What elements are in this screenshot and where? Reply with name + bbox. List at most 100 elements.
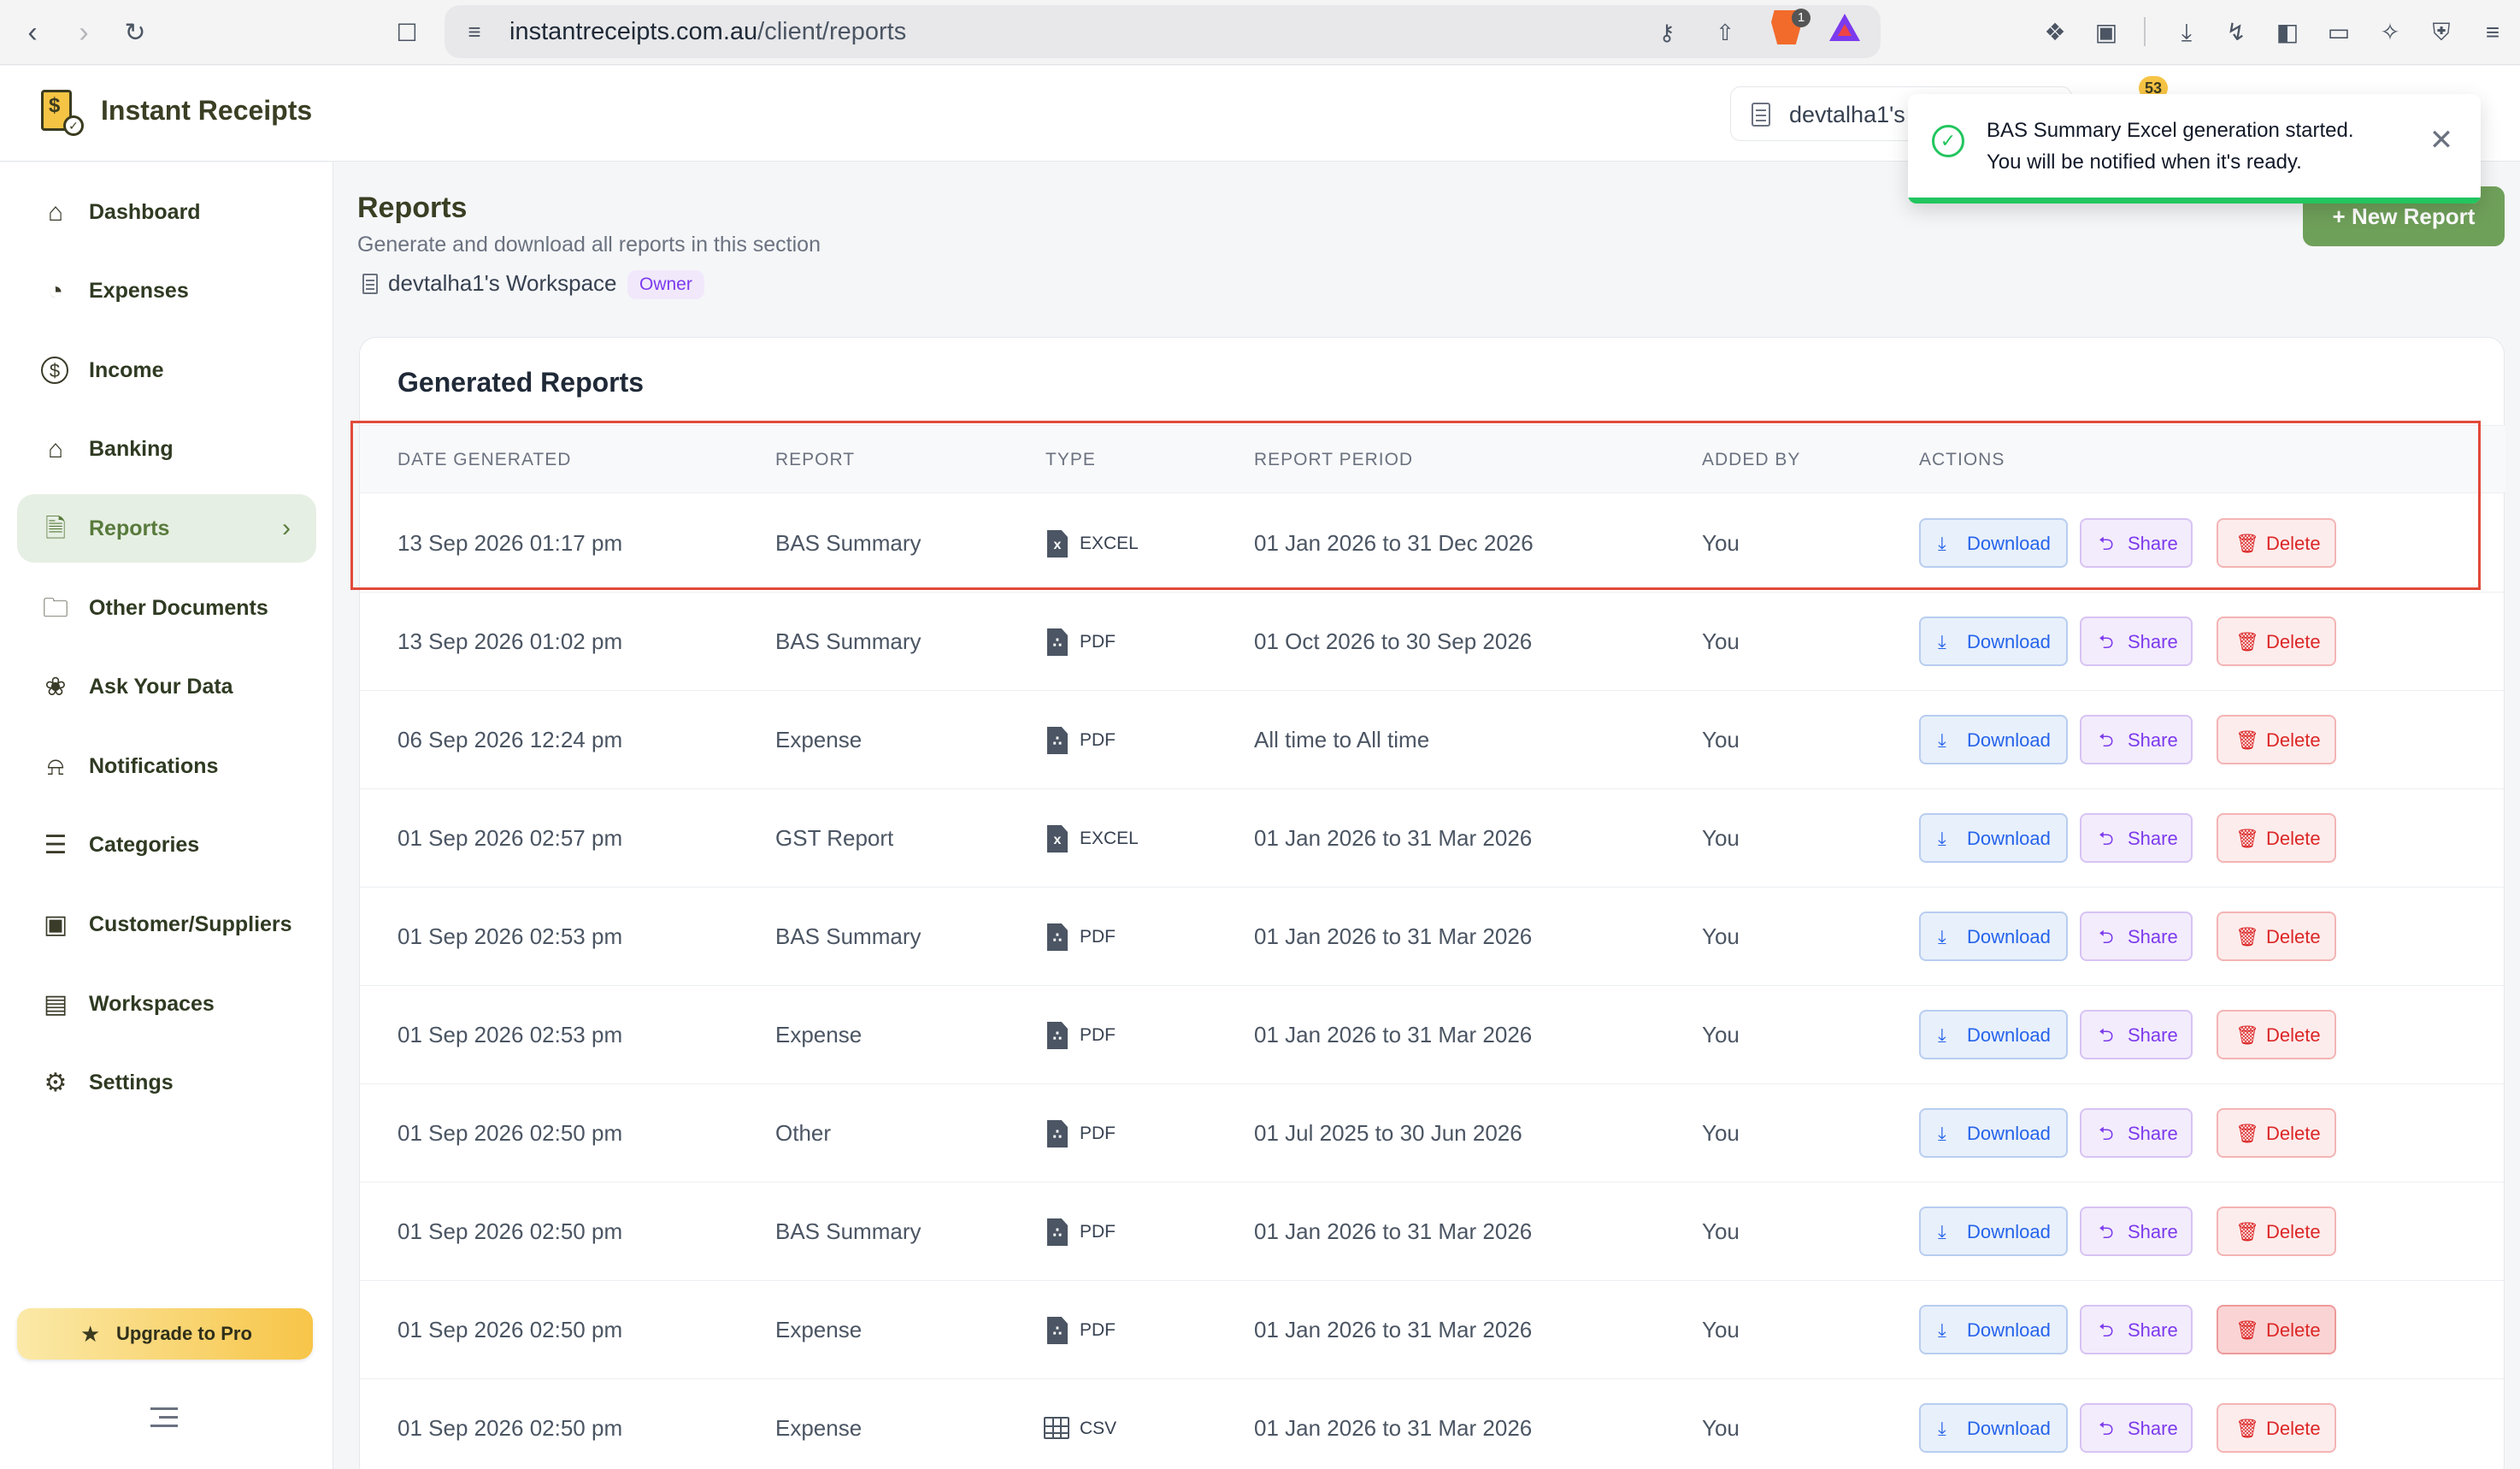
sidebar-toggle-icon[interactable]: ◧: [2270, 15, 2305, 50]
trash-icon: 🗑: [2235, 1418, 2259, 1439]
collapse-sidebar-icon[interactable]: [150, 1406, 178, 1430]
workspace-name: devtalha1's Workspace: [388, 270, 617, 296]
download-label: Download: [1967, 1123, 2051, 1144]
screenshot-icon[interactable]: ▣: [2089, 15, 2123, 50]
address-bar[interactable]: ≡ instantreceipts.com.au/client/reports …: [445, 5, 1881, 58]
cell-added-by: You: [1702, 727, 1740, 752]
role-badge: Owner: [627, 270, 704, 299]
toast-line-1: BAS Summary Excel generation started.: [1987, 119, 2354, 142]
share-button[interactable]: ⮌ Share: [2080, 911, 2193, 961]
cell-period: All time to All time: [1254, 727, 1430, 752]
key-icon[interactable]: ⚷: [1652, 17, 1682, 48]
extensions-icon[interactable]: ❖: [2038, 15, 2072, 50]
share-label: Share: [2128, 926, 2178, 947]
sidebar-item-customer-suppliers[interactable]: ▣ Customer/Suppliers: [17, 890, 316, 959]
upgrade-to-pro-button[interactable]: ★ Upgrade to Pro: [17, 1308, 313, 1360]
wallet-icon[interactable]: ▭: [2322, 15, 2356, 50]
share-page-icon[interactable]: ⇧: [1710, 17, 1740, 48]
share-button[interactable]: ⮌ Share: [2080, 518, 2193, 568]
column-header-period: REPORT PERIOD: [1254, 450, 1414, 469]
sidebar-item-banking[interactable]: ⌂ Banking: [17, 415, 316, 483]
cell-added-by: You: [1702, 825, 1740, 851]
delete-button[interactable]: 🗑 Delete: [2217, 813, 2336, 863]
contacts-icon: ▣: [43, 911, 68, 939]
type-label: PDF: [1080, 1124, 1116, 1143]
sidebar-item-reports[interactable]: 🗎 Reports ›: [17, 494, 316, 563]
download-button[interactable]: ⤓ Download: [1919, 1010, 2068, 1059]
download-button[interactable]: ⤓ Download: [1919, 518, 2068, 568]
sidebar-item-label: Settings: [89, 1071, 174, 1094]
share-button[interactable]: ⮌ Share: [2080, 1206, 2193, 1256]
sidebar-item-expenses[interactable]: ◔ Expenses: [17, 257, 316, 325]
download-icon: ⤓: [1938, 533, 1946, 554]
share-button[interactable]: ⮌ Share: [2080, 1403, 2193, 1453]
speed-icon[interactable]: ↯: [2219, 15, 2253, 50]
delete-button[interactable]: 🗑 Delete: [2217, 1108, 2336, 1158]
delete-button[interactable]: 🗑 Delete: [2217, 715, 2336, 764]
sidebar-item-workspaces[interactable]: ▤ Workspaces: [17, 970, 316, 1038]
delete-button[interactable]: 🗑 Delete: [2217, 1403, 2336, 1453]
cell-period: 01 Jan 2026 to 31 Mar 2026: [1254, 1022, 1533, 1047]
sidebar-item-other-documents[interactable]: 🗀 Other Documents: [17, 574, 316, 642]
download-label: Download: [1967, 1221, 2051, 1242]
leo-ai-icon[interactable]: ✧: [2373, 15, 2407, 50]
download-button[interactable]: ⤓ Download: [1919, 715, 2068, 764]
cell-added-by: You: [1702, 923, 1740, 949]
share-button[interactable]: ⮌ Share: [2080, 1305, 2193, 1354]
vpn-icon[interactable]: ⛨: [2424, 15, 2458, 50]
column-header-added-by: ADDED BY: [1702, 450, 1801, 469]
sidebar-item-income[interactable]: $ Income: [17, 336, 316, 404]
url-host: instantreceipts.com.au: [509, 18, 758, 45]
download-label: Download: [1967, 533, 2051, 554]
sidebar-item-dashboard[interactable]: ⌂ Dashboard: [17, 178, 316, 246]
brave-rewards-icon[interactable]: [1829, 14, 1860, 41]
cell-period: 01 Jan 2026 to 31 Mar 2026: [1254, 1317, 1533, 1342]
back-icon[interactable]: ‹: [12, 12, 53, 53]
download-button[interactable]: ⤓ Download: [1919, 617, 2068, 666]
delete-button[interactable]: 🗑 Delete: [2217, 518, 2336, 568]
share-button[interactable]: ⮌ Share: [2080, 813, 2193, 863]
trash-icon: 🗑: [2235, 1221, 2259, 1242]
delete-button[interactable]: 🗑 Delete: [2217, 911, 2336, 961]
share-button[interactable]: ⮌ Share: [2080, 715, 2193, 764]
share-label: Share: [2128, 828, 2178, 849]
bookmark-icon[interactable]: ☐: [386, 12, 427, 53]
reload-icon[interactable]: ↻: [115, 12, 156, 53]
menu-icon[interactable]: ≡: [2476, 15, 2510, 50]
toolbar-separator: [2144, 17, 2146, 46]
download-button[interactable]: ⤓ Download: [1919, 1305, 2068, 1354]
download-button[interactable]: ⤓ Download: [1919, 1206, 2068, 1256]
delete-button[interactable]: 🗑 Delete: [2217, 1305, 2336, 1354]
cell-added-by: You: [1702, 628, 1740, 654]
sidebar-item-notifications[interactable]: ⍾ Notifications: [17, 732, 316, 800]
toast-line-2: You will be notified when it's ready.: [1987, 150, 2302, 174]
column-header-actions: ACTIONS: [1919, 450, 2005, 469]
download-button[interactable]: ⤓ Download: [1919, 1403, 2068, 1453]
delete-button[interactable]: 🗑 Delete: [2217, 1010, 2336, 1059]
download-icon: ⤓: [1938, 1221, 1946, 1242]
forward-icon[interactable]: ›: [63, 12, 104, 53]
download-label: Download: [1967, 926, 2051, 947]
delete-button[interactable]: 🗑 Delete: [2217, 1206, 2336, 1256]
download-button[interactable]: ⤓ Download: [1919, 813, 2068, 863]
table-row: 01 Sep 2026 02:57 pm GST Report x EXCEL 01 J…: [360, 789, 2505, 888]
pdf-file-icon: ∴: [1047, 1317, 1068, 1344]
cell-report: Expense: [775, 1415, 863, 1441]
download-button[interactable]: ⤓ Download: [1919, 1108, 2068, 1158]
pdf-file-icon: ∴: [1047, 1022, 1068, 1049]
site-settings-icon[interactable]: ≡: [460, 17, 489, 46]
url-text[interactable]: instantreceipts.com.au/client/reports: [509, 5, 906, 58]
trash-icon: 🗑: [2235, 1123, 2259, 1144]
share-label: Share: [2128, 1221, 2178, 1242]
close-icon[interactable]: ✕: [2424, 123, 2458, 157]
share-button[interactable]: ⮌ Share: [2080, 1010, 2193, 1059]
share-button[interactable]: ⮌ Share: [2080, 617, 2193, 666]
sidebar-item-settings[interactable]: ⚙ Settings: [17, 1048, 316, 1117]
sidebar-item-ask-your-data[interactable]: ❀ Ask Your Data: [17, 652, 316, 721]
downloads-icon[interactable]: ⤓: [2170, 15, 2204, 50]
sidebar-item-categories[interactable]: ☰ Categories: [17, 811, 316, 879]
delete-button[interactable]: 🗑 Delete: [2217, 617, 2336, 666]
download-button[interactable]: ⤓ Download: [1919, 911, 2068, 961]
share-button[interactable]: ⮌ Share: [2080, 1108, 2193, 1158]
pdf-file-icon: ∴: [1047, 1218, 1068, 1246]
